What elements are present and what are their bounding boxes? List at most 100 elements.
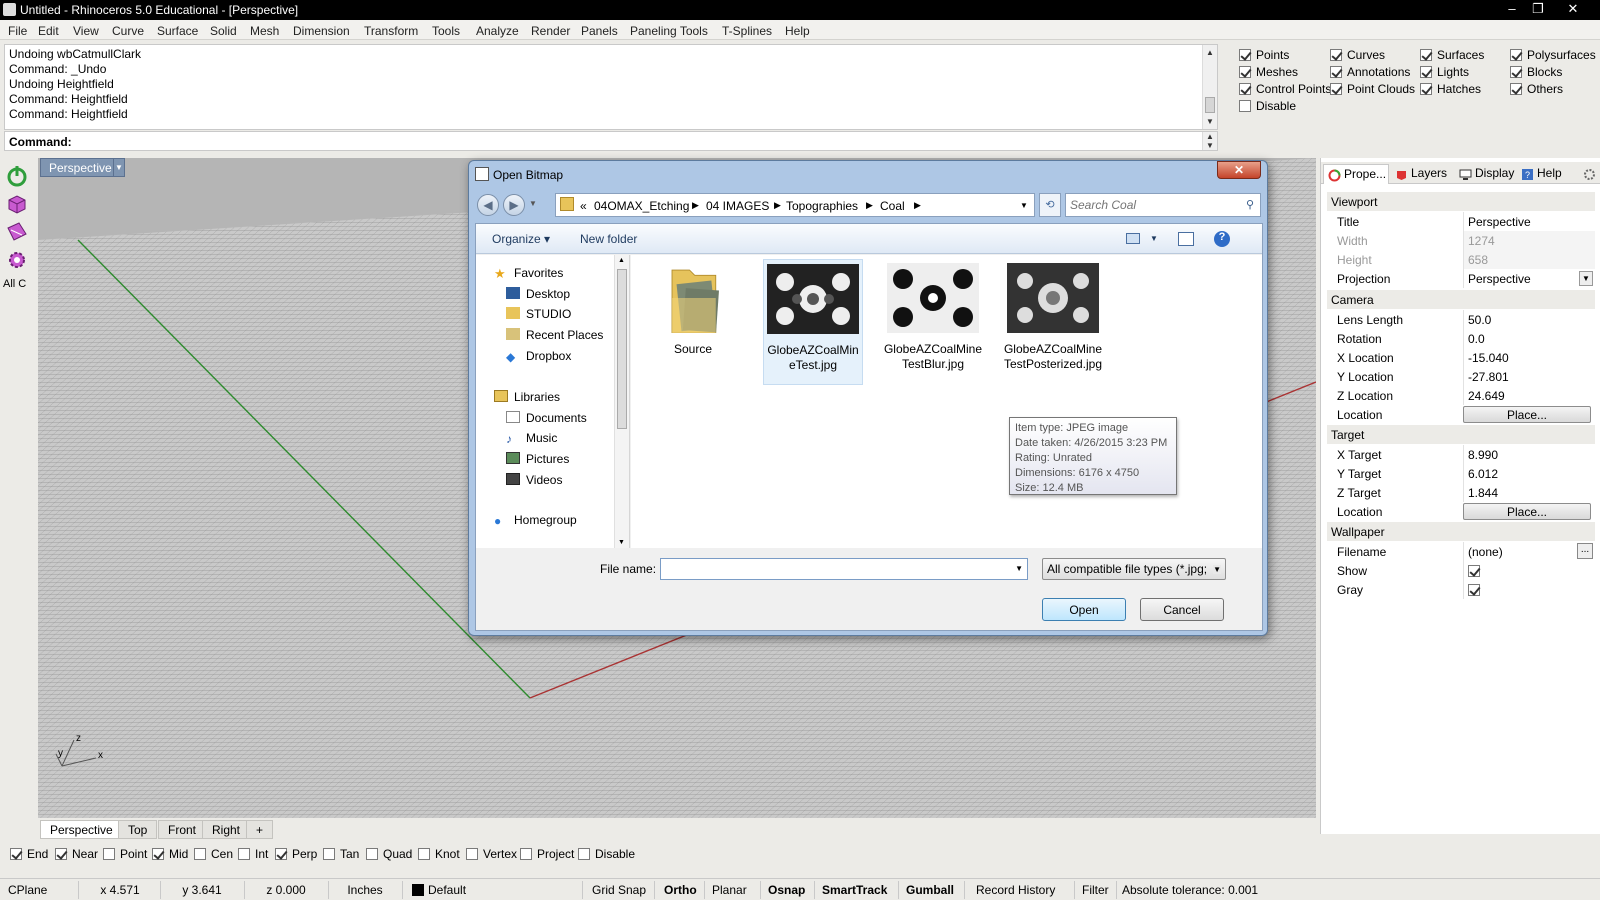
address-bar[interactable]: « 04OMAX_Etching ▶ 04 IMAGES ▶ Topograph… [555,193,1035,217]
recent-locations-icon[interactable]: ▼ [529,199,537,208]
x-target-value[interactable]: 8.990 [1463,445,1595,464]
search-box[interactable]: ⚲ [1065,193,1261,217]
all-commands-label[interactable]: All C [3,278,26,290]
menu-tsplines[interactable]: T-Splines [722,24,772,38]
tab-display[interactable]: Display [1455,164,1518,184]
nav-music[interactable]: ♪ Music [506,431,557,446]
projection-dropdown-icon[interactable]: ▼ [1579,271,1593,286]
menu-paneling-tools[interactable]: Paneling Tools [630,24,708,38]
osnap-near[interactable]: Near [55,847,98,861]
command-line[interactable]: Command: ▲ ▼ [4,131,1218,151]
nav-dropbox[interactable]: ◆ Dropbox [506,349,571,364]
filter-curves[interactable]: Curves [1330,48,1385,62]
viewport-title-tab[interactable]: Perspective [40,158,121,177]
search-input[interactable] [1070,195,1230,215]
nav-favorites[interactable]: ★ Favorites [494,266,563,281]
menu-solid[interactable]: Solid [210,24,237,38]
file-name-combo[interactable]: ▼ [660,558,1028,580]
tab-top[interactable]: Top [118,820,158,839]
filter-toggle[interactable]: Filter [1082,883,1109,897]
tab-help[interactable]: ? Help [1517,164,1566,184]
viewport-menu-dropdown[interactable]: ▼ [113,158,125,177]
open-button[interactable]: Open [1042,598,1126,621]
history-scrollbar[interactable]: ▲ ▼ [1202,45,1217,129]
file-type-select[interactable]: All compatible file types (*.jpg; ▼ [1042,558,1226,580]
y-target-value[interactable]: 6.012 [1463,464,1595,483]
file-item-coal-test[interactable]: GlobeAZCoalMineTest.jpg [763,259,863,385]
breadcrumb-coal[interactable]: Coal [880,199,905,213]
file-item-coal-blur[interactable]: GlobeAZCoalMineTestBlur.jpg [883,263,983,372]
filter-blocks[interactable]: Blocks [1510,65,1562,79]
osnap-toggle[interactable]: Osnap [768,883,805,897]
nav-videos[interactable]: Videos [506,473,562,487]
filter-annotations[interactable]: Annotations [1330,65,1410,79]
command-scrollbar[interactable]: ▲ ▼ [1202,132,1217,150]
menu-analyze[interactable]: Analyze [476,24,519,38]
filter-control-points[interactable]: Control Points [1239,82,1331,96]
osnap-disable[interactable]: Disable [578,847,635,861]
osnap-project[interactable]: Project [520,847,574,861]
file-item-coal-posterized[interactable]: GlobeAZCoalMineTestPosterized.jpg [1003,263,1103,372]
box-solid-icon[interactable] [5,192,29,216]
osnap-int[interactable]: Int [238,847,268,861]
file-name-dropdown-icon[interactable]: ▼ [1015,564,1023,573]
breadcrumb-images[interactable]: 04 IMAGES [706,199,769,213]
title-value[interactable]: Perspective [1463,212,1595,231]
target-place-button[interactable]: Place... [1463,503,1591,520]
nav-documents[interactable]: Documents [506,411,587,425]
menu-curve[interactable]: Curve [112,24,144,38]
restore-button[interactable]: ❐ [1526,0,1550,18]
projection-select[interactable]: Perspective [1463,269,1595,288]
back-arrow-icon[interactable]: ◀ [477,194,499,216]
nav-scrollbar[interactable]: ▲ ▼ [614,255,629,548]
nav-desktop[interactable]: Desktop [506,287,570,301]
filter-point-clouds[interactable]: Point Clouds [1330,82,1415,96]
cancel-button[interactable]: Cancel [1140,598,1224,621]
filter-lights[interactable]: Lights [1420,65,1469,79]
breadcrumb-etching[interactable]: 04OMAX_Etching [594,199,689,213]
osnap-mid[interactable]: Mid [152,847,188,861]
file-name-input[interactable] [664,560,1004,578]
nav-pictures[interactable]: Pictures [506,452,569,466]
gumball-toggle[interactable]: Gumball [906,883,954,897]
tab-layers[interactable]: Layers [1391,164,1451,184]
show-checkbox[interactable] [1468,565,1480,577]
minimize-button[interactable]: – [1500,0,1524,18]
new-folder-button[interactable]: New folder [580,232,637,246]
breadcrumb-topographies[interactable]: Topographies [786,199,858,213]
filter-hatches[interactable]: Hatches [1420,82,1481,96]
menu-panels[interactable]: Panels [581,24,618,38]
menu-tools[interactable]: Tools [432,24,460,38]
gear-settings-icon[interactable] [5,248,29,272]
tab-front[interactable]: Front [158,820,207,839]
units-indicator[interactable]: Inches [332,883,398,897]
filter-disable[interactable]: Disable [1239,99,1296,113]
z-target-value[interactable]: 1.844 [1463,483,1595,502]
breadcrumb-overflow[interactable]: « [580,199,587,213]
surface-tools-icon[interactable] [5,220,29,244]
osnap-perp[interactable]: Perp [275,847,317,861]
filter-polysurfaces[interactable]: Polysurfaces [1510,48,1596,62]
tab-right[interactable]: Right [202,820,251,839]
filter-surfaces[interactable]: Surfaces [1420,48,1484,62]
lens-length-value[interactable]: 50.0 [1463,310,1595,329]
menu-edit[interactable]: Edit [38,24,59,38]
menu-dimension[interactable]: Dimension [293,24,350,38]
nav-homegroup[interactable]: ● Homegroup [494,513,577,528]
menu-mesh[interactable]: Mesh [250,24,279,38]
camera-place-button[interactable]: Place... [1463,406,1591,423]
osnap-end[interactable]: End [10,847,48,861]
help-icon[interactable]: ? [1214,231,1230,247]
gray-checkbox[interactable] [1468,584,1480,596]
organize-menu[interactable]: Organize ▾ [492,232,550,246]
menu-view[interactable]: View [73,24,99,38]
forward-arrow-icon[interactable]: ▶ [503,194,525,216]
search-icon[interactable]: ⚲ [1246,198,1254,211]
refresh-icon[interactable]: ⟲ [1039,193,1061,217]
z-location-value[interactable]: 24.649 [1463,386,1595,405]
wallpaper-browse-button[interactable]: ... [1577,543,1593,559]
x-location-value[interactable]: -15.040 [1463,348,1595,367]
rotation-value[interactable]: 0.0 [1463,329,1595,348]
folder-item-source[interactable]: Source [643,263,743,357]
view-dropdown-icon[interactable]: ▼ [1150,234,1158,243]
